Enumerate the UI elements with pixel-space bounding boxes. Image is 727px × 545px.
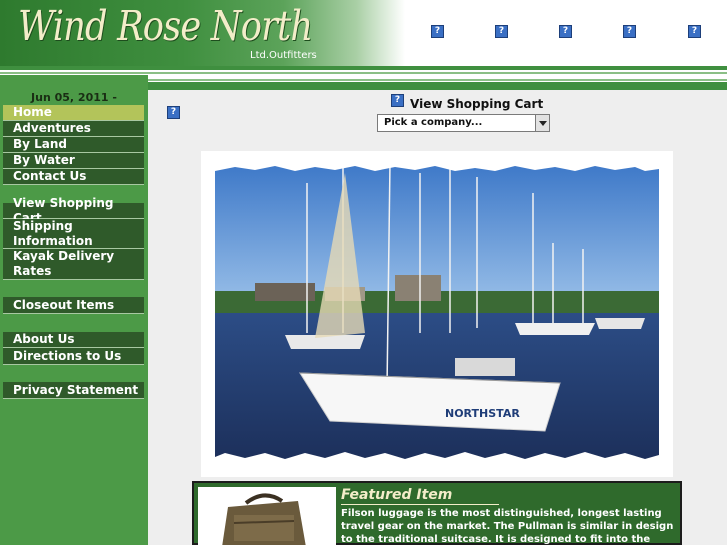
header-stripes bbox=[0, 66, 727, 75]
sidebar-item-about-us[interactable]: About Us bbox=[3, 332, 144, 348]
sailboat-photo: NORTHSTAR bbox=[215, 163, 659, 463]
sidebar-item-closeout-items[interactable]: Closeout Items bbox=[3, 297, 144, 314]
sidebar-item-by-water[interactable]: By Water bbox=[3, 153, 144, 169]
featured-title-underline bbox=[341, 504, 499, 505]
broken-image-icon[interactable]: ? bbox=[167, 106, 180, 119]
logo-subtitle: Ltd.Outfitters bbox=[250, 50, 317, 61]
broken-image-icon[interactable]: ? bbox=[559, 25, 572, 38]
view-shopping-cart-link[interactable]: View Shopping Cart bbox=[410, 97, 543, 111]
sidebar-item-kayak-delivery-rates[interactable]: Kayak Delivery Rates bbox=[3, 249, 144, 280]
broken-image-icon[interactable]: ? bbox=[431, 25, 444, 38]
cart-icon[interactable]: ? bbox=[391, 94, 404, 107]
sidebar-item-shipping-information[interactable]: Shipping Information bbox=[3, 219, 144, 249]
sidebar-item-adventures[interactable]: Adventures bbox=[3, 121, 144, 137]
luggage-image bbox=[198, 487, 336, 545]
company-select[interactable]: Pick a company... bbox=[377, 114, 550, 132]
broken-image-icon[interactable]: ? bbox=[688, 25, 701, 38]
broken-image-icon[interactable]: ? bbox=[623, 25, 636, 38]
sidebar-item-contact-us[interactable]: Contact Us bbox=[3, 169, 144, 185]
page: Wind Rose North Ltd.Outfitters ? ? ? ? ?… bbox=[0, 0, 727, 545]
boat-name-text: NORTHSTAR bbox=[445, 407, 520, 420]
main-stripe-thin bbox=[148, 79, 727, 81]
current-date: Jun 05, 2011 - bbox=[31, 91, 117, 104]
sidebar-item-home[interactable]: Home bbox=[3, 105, 144, 121]
photo-frame: NORTHSTAR bbox=[201, 151, 673, 477]
header: Wind Rose North Ltd.Outfitters ? ? ? ? ? bbox=[0, 0, 727, 66]
company-select-value: Pick a company... bbox=[384, 117, 483, 128]
featured-item-panel: Featured Item Filson luggage is the most… bbox=[192, 481, 682, 545]
sidebar-item-by-land[interactable]: By Land bbox=[3, 137, 144, 153]
featured-item-image[interactable] bbox=[198, 487, 336, 545]
logo-title: Wind Rose North bbox=[18, 2, 313, 50]
sidebar-item-privacy-statement[interactable]: Privacy Statement bbox=[3, 382, 144, 399]
featured-item-title: Featured Item bbox=[341, 487, 453, 503]
featured-item-description: Filson luggage is the most distinguished… bbox=[341, 508, 674, 545]
broken-image-icon[interactable]: ? bbox=[495, 25, 508, 38]
sidebar-item-directions[interactable]: Directions to Us bbox=[3, 348, 144, 365]
main-stripe bbox=[148, 82, 727, 90]
sidebar-item-view-shopping-cart[interactable]: View Shopping Cart bbox=[3, 196, 144, 225]
chevron-down-icon[interactable] bbox=[535, 115, 549, 131]
sidebar: Jun 05, 2011 - Home Adventures By Land B… bbox=[0, 75, 148, 545]
site-logo[interactable]: Wind Rose North Ltd.Outfitters bbox=[0, 0, 405, 66]
